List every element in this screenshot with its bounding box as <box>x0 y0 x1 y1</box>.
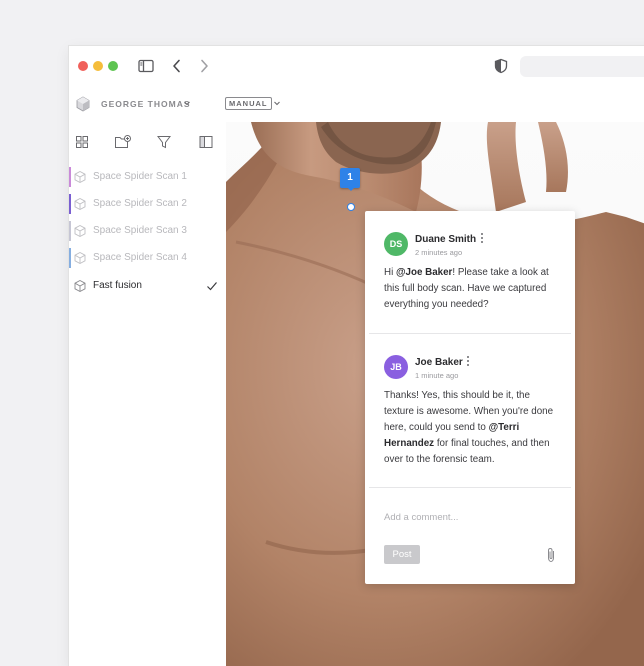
comment-text: Thanks! Yes, this should be it, the text… <box>384 390 554 433</box>
more-options-icon[interactable] <box>480 232 484 244</box>
sidebar-item-space-spider-scan-2[interactable]: Space Spider Scan 2 <box>69 192 225 216</box>
sidebar-item-label: Space Spider Scan 3 <box>93 225 187 236</box>
annotation-marker[interactable]: 1 <box>340 168 360 188</box>
comment-timestamp: 2 minutes ago <box>415 248 463 257</box>
avatar[interactable]: DS <box>384 232 408 256</box>
checkmark-icon <box>206 280 218 292</box>
zoom-window-button[interactable] <box>108 61 118 71</box>
comment-input[interactable] <box>384 512 556 523</box>
add-folder-icon[interactable] <box>114 134 131 150</box>
sidebar-item-fast-fusion[interactable]: Fast fusion <box>69 274 225 298</box>
grid-icon[interactable] <box>74 134 90 150</box>
comment-divider <box>369 333 571 334</box>
panel-icon[interactable] <box>198 134 214 150</box>
cube-icon <box>73 279 87 293</box>
shield-icon[interactable] <box>492 57 510 75</box>
back-chevron-icon[interactable] <box>168 57 186 75</box>
user-name[interactable]: GEORGE THOMAS <box>101 99 191 109</box>
sidebar-item-label: Space Spider Scan 1 <box>93 171 187 182</box>
sidebar-item-label: Space Spider Scan 2 <box>93 198 187 209</box>
app-window: GEORGE THOMAS MANUAL Space Spider Scan 1… <box>69 46 644 666</box>
paperclip-icon[interactable] <box>545 547 557 563</box>
forward-chevron-icon[interactable] <box>195 57 213 75</box>
sidebar-item-space-spider-scan-3[interactable]: Space Spider Scan 3 <box>69 219 225 243</box>
address-bar[interactable] <box>520 56 644 77</box>
mention[interactable]: @Joe Baker <box>396 267 452 278</box>
annotation-anchor-point[interactable] <box>347 203 355 211</box>
scan-color-indicator <box>69 248 71 268</box>
scan-color-indicator <box>69 194 71 214</box>
comment-author[interactable]: Duane Smith <box>415 234 476 245</box>
sidebar-item-space-spider-scan-1[interactable]: Space Spider Scan 1 <box>69 165 225 189</box>
comment-body: Thanks! Yes, this should be it, the text… <box>384 388 556 468</box>
chevron-down-icon[interactable] <box>272 98 282 108</box>
avatar[interactable]: JB <box>384 355 408 379</box>
cube-icon <box>73 224 87 238</box>
close-window-button[interactable] <box>78 61 88 71</box>
chevron-down-icon[interactable] <box>182 98 192 108</box>
comment-author[interactable]: Joe Baker <box>415 357 463 368</box>
comment-text: Hi <box>384 267 396 278</box>
cube-icon <box>73 251 87 265</box>
more-options-icon[interactable] <box>466 355 470 367</box>
sidebar-item-label: Space Spider Scan 4 <box>93 252 187 263</box>
sidebar-item-space-spider-scan-4[interactable]: Space Spider Scan 4 <box>69 246 225 270</box>
comment-divider <box>369 487 571 488</box>
marker-pointer <box>347 187 355 191</box>
app-logo-icon <box>75 96 91 112</box>
sidebar-item-label: Fast fusion <box>93 280 142 291</box>
scan-color-indicator <box>69 221 71 241</box>
comment-panel: DS Duane Smith 2 minutes ago Hi @Joe Bak… <box>365 211 575 584</box>
cube-icon <box>73 170 87 184</box>
comment-body: Hi @Joe Baker! Please take a look at thi… <box>384 265 556 313</box>
scan-color-indicator <box>69 167 71 187</box>
mode-selector[interactable]: MANUAL <box>225 97 272 110</box>
post-button[interactable]: Post <box>384 545 420 564</box>
comment-timestamp: 1 minute ago <box>415 371 459 380</box>
minimize-window-button[interactable] <box>93 61 103 71</box>
sidebar-toggle-icon[interactable] <box>137 57 155 75</box>
filter-icon[interactable] <box>156 134 172 150</box>
title-bar <box>69 46 644 86</box>
cube-icon <box>73 197 87 211</box>
